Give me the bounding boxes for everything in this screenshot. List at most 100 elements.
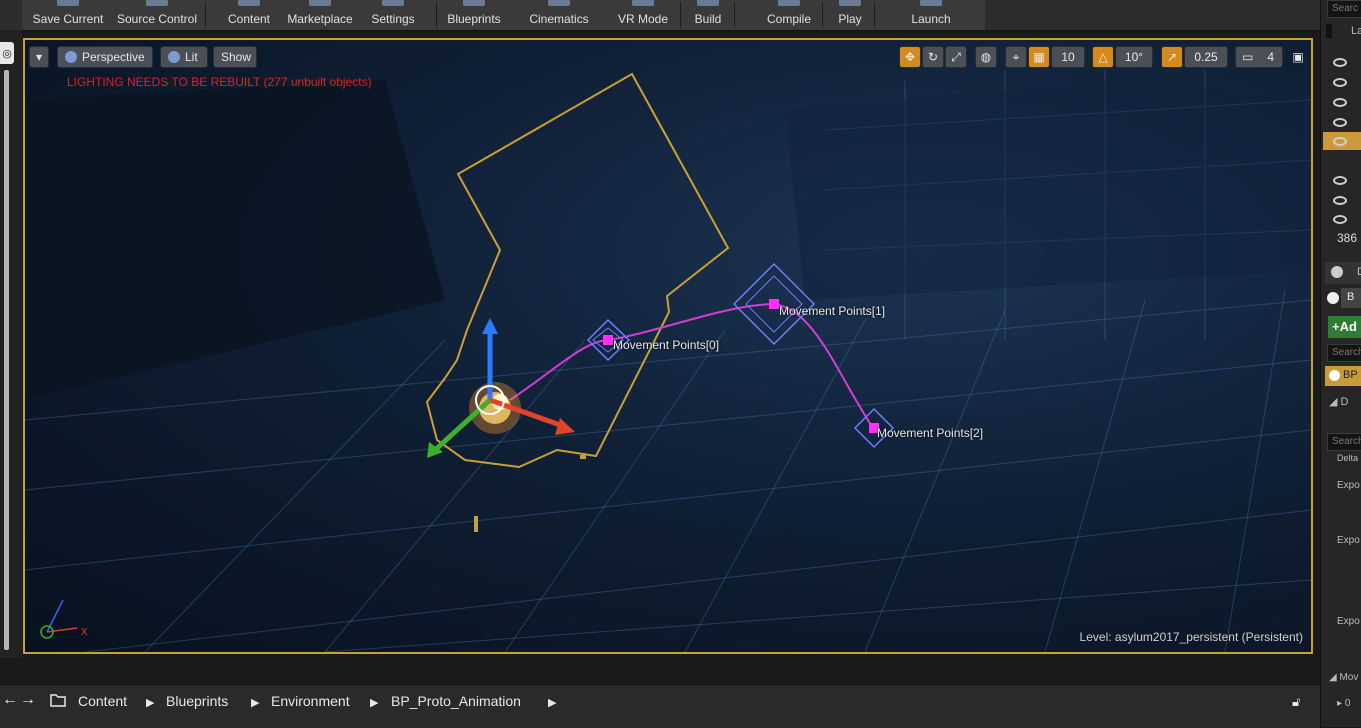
- outliner-search-input[interactable]: Searc: [1327, 0, 1361, 18]
- breadcrumb-separator-icon[interactable]: ▶: [548, 696, 556, 709]
- move-icon: ✥: [904, 50, 916, 64]
- translate-tool[interactable]: ✥: [899, 46, 921, 68]
- visibility-eye-icon[interactable]: [1333, 176, 1347, 185]
- breadcrumb-content[interactable]: Content: [78, 693, 127, 709]
- blueprint-name-field[interactable]: B: [1341, 288, 1361, 308]
- breadcrumb-environment[interactable]: Environment: [271, 693, 350, 709]
- add-component-button[interactable]: +Ad: [1328, 316, 1361, 338]
- expand-arrow-icon: ◢: [1329, 672, 1340, 683]
- details-search-input[interactable]: Search: [1327, 433, 1361, 451]
- perspective-button[interactable]: Perspective: [57, 46, 153, 68]
- component-row-selected[interactable]: BP: [1325, 366, 1361, 386]
- outliner-column-header[interactable]: La: [1351, 25, 1361, 37]
- source-control-button[interactable]: Source Control: [114, 0, 200, 30]
- save-current-button[interactable]: Save Current: [26, 0, 110, 30]
- visibility-eye-icon[interactable]: [1333, 118, 1347, 127]
- scale-tool[interactable]: ⤢: [945, 46, 967, 68]
- content-button[interactable]: Content: [220, 0, 278, 30]
- camera-icon: ▭: [1242, 50, 1254, 64]
- perspective-icon: [65, 51, 77, 63]
- expand-arrow-icon: ◢: [1329, 396, 1341, 408]
- rotate-tool[interactable]: ↻: [922, 46, 944, 68]
- back-arrow-icon[interactable]: ←: [2, 691, 18, 709]
- details-tab[interactable]: D: [1325, 262, 1361, 284]
- components-search-input[interactable]: Search: [1327, 344, 1361, 362]
- toolbar-divider: [680, 2, 681, 28]
- level-viewport[interactable]: X ▾ Perspective Lit Show ✥ ↻ ⤢ ◍ ⌖ ▦ 10 …: [23, 38, 1313, 654]
- scale-snap-value[interactable]: 0.25: [1184, 46, 1228, 68]
- build-button[interactable]: Build: [686, 0, 730, 30]
- forward-arrow-icon[interactable]: →: [20, 691, 36, 709]
- play-button[interactable]: Play: [830, 0, 870, 30]
- breadcrumb-separator-icon[interactable]: ▶: [251, 696, 259, 709]
- blueprint-object-icon: [1327, 292, 1339, 304]
- surface-snap-icon: ⌖: [1012, 49, 1020, 64]
- visibility-eye-icon[interactable]: [1333, 98, 1347, 107]
- play-icon: [839, 0, 861, 6]
- content-icon: [238, 0, 260, 6]
- visibility-eye-icon[interactable]: [1333, 78, 1347, 87]
- level-label: Level: asylum2017_persistent (Persistent…: [1079, 630, 1303, 644]
- toolbar-button-group: Save Current Source Control Content Mark…: [22, 0, 985, 30]
- visibility-eye-icon[interactable]: [1333, 215, 1347, 224]
- axis-x-label: X: [81, 627, 88, 638]
- movement-category[interactable]: ◢ Mov: [1329, 672, 1358, 683]
- lit-icon: [168, 51, 180, 63]
- grid-snap-toggle[interactable]: ▦: [1028, 46, 1050, 68]
- collapsed-panel-tab[interactable]: ◎: [0, 42, 14, 64]
- toolbar-divider: [436, 2, 437, 28]
- toolbar-divider: [822, 2, 823, 28]
- component-tree-item[interactable]: ◢ D: [1329, 395, 1348, 408]
- dark-structure: [25, 80, 1311, 400]
- collapse-arrow-icon: ▸: [1337, 698, 1345, 709]
- breadcrumb-separator-icon[interactable]: ▶: [370, 696, 378, 709]
- rotation-snap-toggle[interactable]: △: [1092, 46, 1114, 68]
- blueprint-icon: [463, 0, 485, 6]
- chevron-down-icon: ▾: [35, 50, 43, 64]
- selection-marker: [580, 455, 586, 459]
- left-scrollbar[interactable]: [4, 70, 9, 650]
- lock-icon[interactable]: 🔓︎: [1292, 694, 1300, 710]
- toolbar-divider: [734, 2, 735, 28]
- globe-icon: ◍: [980, 50, 992, 64]
- build-icon: [697, 0, 719, 6]
- cinematics-button[interactable]: Cinematics: [520, 0, 598, 30]
- left-panel-edge: ◎: [0, 30, 22, 658]
- maximize-viewport-button[interactable]: ▣: [1290, 46, 1306, 68]
- breadcrumb-bp-proto-animation[interactable]: BP_Proto_Animation: [391, 693, 521, 709]
- camera-speed-button[interactable]: ▭ 4: [1235, 46, 1283, 68]
- maximize-icon: ▣: [1292, 50, 1304, 64]
- main-toolbar: Save Current Source Control Content Mark…: [0, 0, 1320, 31]
- lit-button[interactable]: Lit: [160, 46, 208, 68]
- launch-button[interactable]: Launch: [902, 0, 960, 30]
- grid-snap-value[interactable]: 10: [1051, 46, 1085, 68]
- breadcrumb-separator-icon[interactable]: ▶: [146, 696, 154, 709]
- column-divider: [1326, 24, 1332, 38]
- visibility-eye-icon[interactable]: [1333, 137, 1347, 146]
- blueprints-button[interactable]: Blueprints: [438, 0, 510, 30]
- breadcrumb-blueprints[interactable]: Blueprints: [166, 693, 228, 709]
- movement-point-1-label: Movement Points[1]: [779, 304, 886, 318]
- expose-label: Expo: [1337, 616, 1360, 627]
- viewport-options-button[interactable]: ▾: [29, 46, 49, 68]
- vr-mode-button[interactable]: VR Mode: [608, 0, 678, 30]
- lighting-warning: LIGHTING NEEDS TO BE REBUILT (277 unbuil…: [67, 75, 372, 89]
- surface-snap-toggle[interactable]: ⌖: [1005, 46, 1027, 68]
- show-button[interactable]: Show: [213, 46, 257, 68]
- visibility-eye-icon[interactable]: [1333, 58, 1347, 67]
- angle-icon: △: [1098, 50, 1108, 64]
- settings-button[interactable]: Settings: [364, 0, 422, 30]
- rotation-snap-value[interactable]: 10°: [1115, 46, 1153, 68]
- marketplace-button[interactable]: Marketplace: [282, 0, 358, 30]
- visibility-eye-icon[interactable]: [1333, 196, 1347, 205]
- movement-point-0-label: Movement Points[0]: [613, 338, 720, 352]
- scale-snap-toggle[interactable]: ↗: [1161, 46, 1183, 68]
- save-icon: [57, 0, 79, 6]
- component-icon: [1329, 370, 1340, 381]
- movement-point-2-label: Movement Points[2]: [877, 426, 984, 440]
- expose-label: Expo: [1337, 535, 1360, 546]
- world-space-toggle[interactable]: ◍: [975, 46, 997, 68]
- cinematics-icon: [548, 0, 570, 6]
- folder-icon: [50, 693, 66, 710]
- compile-button[interactable]: Compile: [760, 0, 818, 30]
